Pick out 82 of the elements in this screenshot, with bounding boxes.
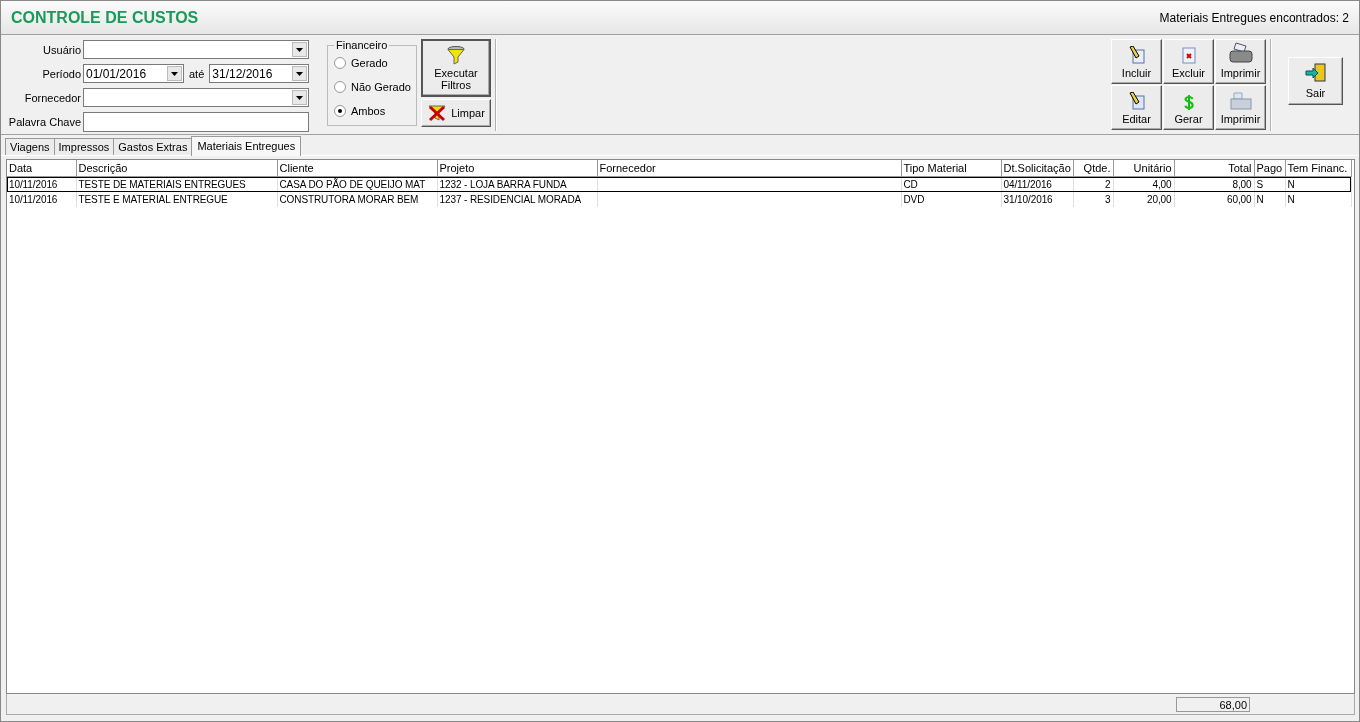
column-header[interactable]: Cliente (277, 160, 437, 177)
radio-button[interactable] (334, 105, 346, 117)
funnel-cross-icon (427, 104, 448, 122)
dropdown-field[interactable] (83, 88, 309, 107)
table-cell: 1237 - RESIDENCIAL MORADA (439, 194, 582, 205)
table-cell: S (1256, 179, 1264, 190)
table-cell: 3 (1105, 194, 1111, 205)
column-header[interactable]: Data (7, 160, 76, 177)
table-row[interactable]: 10/11/2016 TESTE E MATERIAL ENTREGUE CONSTRUTORA MORAR BEM 1237 - RESIDENCIAL MORADA DVD 31/10/2016 3 20,00 60,00 N N (7, 192, 1351, 207)
door-exit-icon (1304, 63, 1327, 83)
column-header[interactable]: Dt.Solicitação (1001, 160, 1073, 177)
table-cell: 60,00 (1226, 194, 1252, 205)
exit-button[interactable]: Sair (1288, 57, 1343, 105)
column-header[interactable]: Tem Financ. (1285, 160, 1351, 177)
table-cell: 10/11/2016 (9, 179, 58, 190)
results-count: Materiais Entregues encontrados: 2 (1159, 10, 1349, 25)
input-field[interactable] (83, 111, 309, 132)
field-label: Fornecedor (23, 91, 81, 104)
group-title: Financeiro (335, 39, 389, 51)
table-cell: N (1256, 194, 1264, 205)
table-cell: 20,00 (1146, 194, 1172, 205)
table-cell: N (1287, 179, 1295, 190)
total-field: 68,00 (1176, 696, 1250, 712)
table-cell: 8,00 (1232, 179, 1252, 190)
pencil-page-icon (1127, 46, 1146, 64)
field-label: Usuário (42, 43, 81, 56)
print-button[interactable]: Imprimir (1215, 39, 1266, 84)
date-field[interactable]: 31/12/2016 (209, 64, 310, 83)
print-button[interactable]: Imprimir (1215, 85, 1266, 130)
radio-option[interactable]: Não Gerado (334, 75, 412, 99)
printer-icon (1229, 92, 1252, 110)
column-header[interactable]: Total (1174, 160, 1254, 177)
radio-option[interactable]: Ambos (334, 99, 412, 123)
dollar-icon (1183, 95, 1194, 110)
field-label: Palavra Chave (7, 115, 81, 128)
radio-button[interactable] (334, 57, 346, 69)
edit-button[interactable]: Editar (1111, 85, 1162, 130)
table-cell: CD (903, 179, 918, 190)
table-cell: 31/10/2016 (1003, 194, 1053, 205)
page-title: CONTROLE DE CUSTOS (11, 8, 199, 27)
table-cell: N (1287, 194, 1295, 205)
column-header[interactable]: Qtde. (1073, 160, 1113, 177)
table-cell: DVD (903, 194, 925, 205)
clear-button[interactable]: Limpar (421, 99, 491, 127)
page-cross-icon (1181, 47, 1196, 64)
column-header[interactable]: Unitário (1113, 160, 1174, 177)
caret-icon (296, 95, 303, 100)
field-label: Período (41, 67, 81, 80)
table-cell: 1232 - LOJA BARRA FUNDA (439, 179, 567, 190)
funnel-icon (446, 45, 466, 65)
column-header[interactable]: Pago (1254, 160, 1285, 177)
table-cell: 10/11/2016 (9, 194, 58, 205)
column-header[interactable]: Descrição (76, 160, 277, 177)
add-button[interactable]: Incluir (1111, 39, 1162, 84)
radio-option[interactable]: Gerado (334, 51, 412, 75)
caret-icon (296, 71, 304, 76)
caret-icon (296, 47, 303, 52)
column-header[interactable]: Projeto (437, 160, 597, 177)
table-cell: 4,00 (1152, 179, 1172, 190)
table-cell: CASA DO PÃO DE QUEIJO MAT (279, 179, 426, 190)
dropdown-field[interactable] (83, 40, 309, 59)
caret-icon (171, 71, 178, 76)
column-header[interactable]: Fornecedor (597, 160, 901, 177)
date-field[interactable]: 01/01/2016 (83, 64, 184, 83)
delete-button[interactable]: Excluir (1163, 39, 1214, 84)
tab[interactable]: Gastos Extras (113, 138, 193, 155)
radio-button[interactable] (334, 81, 346, 93)
table-cell: 04/11/2016 (1003, 179, 1052, 190)
tab[interactable]: Viagens (5, 138, 55, 155)
table-cell: TESTE DE MATERIAIS ENTREGUES (78, 179, 246, 190)
printer-icon (1227, 42, 1254, 64)
pencil-page-icon (1128, 92, 1145, 110)
table-cell: TESTE E MATERIAL ENTREGUE (78, 194, 228, 205)
run-filters-button[interactable]: Executar Filtros (421, 39, 491, 97)
column-header[interactable]: Tipo Material (901, 160, 1001, 177)
table-cell: CONSTRUTORA MORAR BEM (279, 194, 419, 205)
table-row[interactable]: 10/11/2016 TESTE DE MATERIAIS ENTREGUES CASA DO PÃO DE QUEIJO MAT 1232 - LOJA BARRA FUNDA CD 04/11/2016 2 4,00 8,00 S N (7, 176, 1351, 192)
range-label: até (189, 67, 205, 80)
tab[interactable]: Materiais Entregues (191, 136, 302, 156)
generate-button[interactable]: Gerar (1163, 85, 1214, 130)
table-cell: 2 (1105, 179, 1111, 190)
tab[interactable]: Impressos (53, 138, 115, 155)
